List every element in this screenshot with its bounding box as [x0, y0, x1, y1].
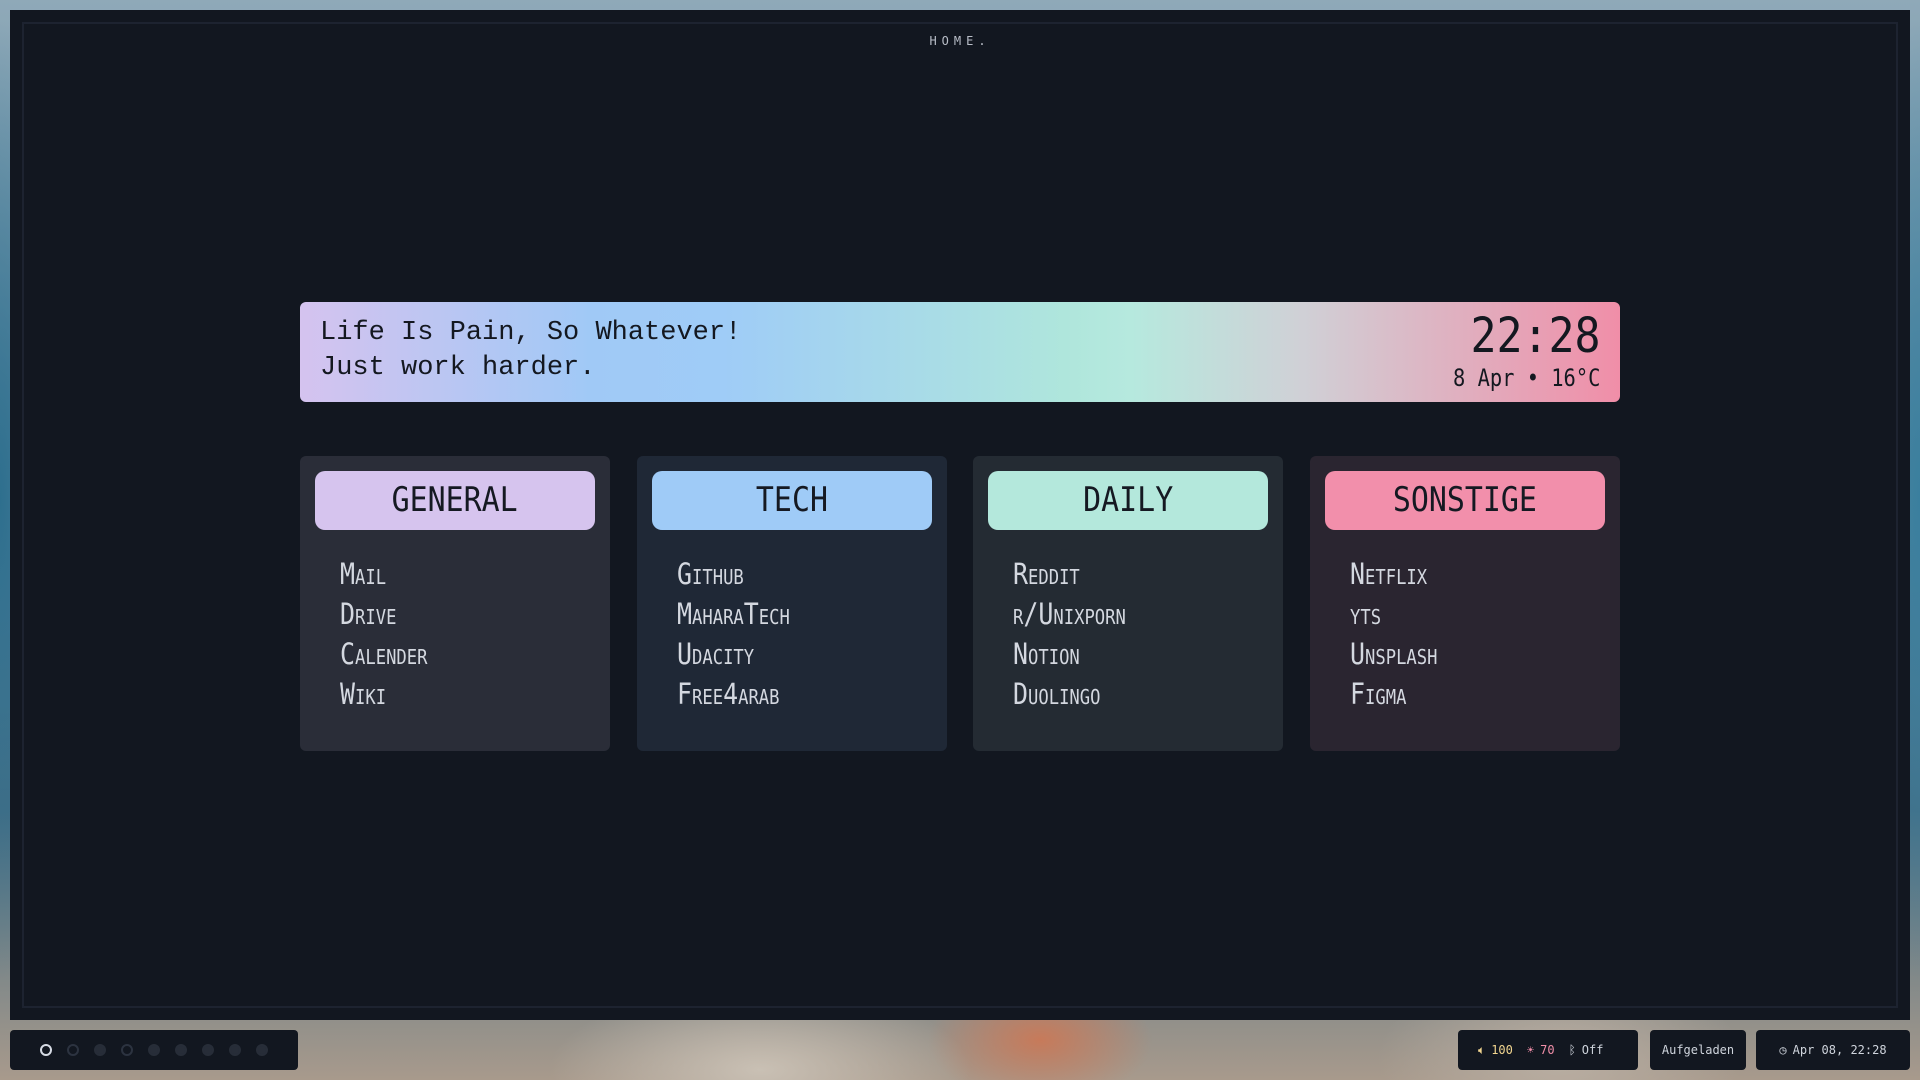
link-wiki[interactable]: Wiki [340, 674, 442, 714]
workspace-4[interactable] [121, 1044, 133, 1056]
quote-line-1: Life Is Pain, So Whatever! [320, 318, 742, 348]
volume-icon: 🔈︎ [1478, 1042, 1486, 1057]
link-figma[interactable]: Figma [1350, 674, 1452, 714]
card-tech-title: TECH [755, 480, 829, 520]
greeting-banner: Life Is Pain, So Whatever! Just work har… [300, 302, 1620, 402]
card-tech-header: TECH [652, 471, 932, 530]
workspace-5[interactable] [148, 1044, 160, 1056]
bluetooth-icon: ᛒ [1568, 1043, 1576, 1057]
bluetooth-indicator[interactable]: ᛒ Off [1569, 1043, 1604, 1057]
card-daily-links: Reddit r/Unixporn Notion Duolingo [1013, 554, 1144, 714]
system-status: 🔈︎ 100 ☀︎ 70 ᛒ Off [1458, 1030, 1638, 1070]
workspace-6[interactable] [175, 1044, 187, 1056]
battery-status[interactable]: Aufgeladen [1650, 1030, 1746, 1070]
link-reddit[interactable]: Reddit [1013, 554, 1144, 594]
brightness-icon: ☀︎ [1526, 1043, 1535, 1057]
card-sonstige-links: Netflix yts Unsplash Figma [1350, 554, 1452, 714]
taskbar-clock-value: Apr 08, 22:28 [1792, 1043, 1887, 1057]
card-general: GENERAL Mail Drive Calender Wiki [300, 456, 610, 751]
battery-value: Aufgeladen [1661, 1043, 1735, 1057]
card-sonstige-header: SONSTIGE [1325, 471, 1605, 530]
volume-value: 100 [1491, 1043, 1513, 1057]
card-daily: DAILY Reddit r/Unixporn Notion Duolingo [973, 456, 1283, 751]
link-udacity[interactable]: Udacity [677, 634, 808, 674]
card-daily-title: DAILY [1082, 480, 1174, 520]
link-duolingo[interactable]: Duolingo [1013, 674, 1144, 714]
link-maharatech[interactable]: MaharaTech [677, 594, 808, 634]
card-tech: TECH Github MaharaTech Udacity Free4arab [637, 456, 947, 751]
card-general-title: GENERAL [391, 480, 519, 520]
banner-clock: 22:28 [1469, 308, 1600, 364]
link-unsplash[interactable]: Unsplash [1350, 634, 1452, 674]
card-general-header: GENERAL [315, 471, 595, 530]
workspace-bar [10, 1030, 298, 1070]
workspace-7[interactable] [202, 1044, 214, 1056]
card-tech-links: Github MaharaTech Udacity Free4arab [677, 554, 808, 714]
link-drive[interactable]: Drive [340, 594, 442, 634]
banner-date-weather: 8 Apr • 16°C [1452, 364, 1600, 392]
quote-line-2: Just work harder. [320, 353, 596, 383]
taskbar-clock[interactable]: ◷ Apr 08, 22:28 [1756, 1030, 1910, 1070]
link-github[interactable]: Github [677, 554, 808, 594]
card-sonstige-title: SONSTIGE [1392, 480, 1538, 520]
workspace-3[interactable] [94, 1044, 106, 1056]
workspace-8[interactable] [229, 1044, 241, 1056]
link-free4arab[interactable]: Free4arab [677, 674, 808, 714]
workspace-1[interactable] [40, 1044, 52, 1056]
window-title: HOME. [929, 34, 991, 48]
workspace-9[interactable] [256, 1044, 268, 1056]
volume-indicator[interactable]: 🔈︎ 100 [1478, 1043, 1513, 1058]
card-sonstige: SONSTIGE Netflix yts Unsplash Figma [1310, 456, 1620, 751]
link-netflix[interactable]: Netflix [1350, 554, 1452, 594]
brightness-indicator[interactable]: ☀︎ 70 [1527, 1043, 1555, 1057]
link-calender[interactable]: Calender [340, 634, 442, 674]
card-daily-header: DAILY [988, 471, 1268, 530]
quote: Life Is Pain, So Whatever! Just work har… [320, 316, 741, 386]
clock-icon: ◷ [1779, 1043, 1787, 1057]
link-mail[interactable]: Mail [340, 554, 442, 594]
link-unixporn[interactable]: r/Unixporn [1013, 594, 1144, 634]
workspace-2[interactable] [67, 1044, 79, 1056]
card-general-links: Mail Drive Calender Wiki [340, 554, 442, 714]
bluetooth-value: Off [1581, 1043, 1604, 1057]
brightness-value: 70 [1540, 1043, 1555, 1057]
browser-window: HOME. Life Is Pain, So Whatever! Just wo… [10, 10, 1910, 1020]
link-notion[interactable]: Notion [1013, 634, 1144, 674]
link-yts[interactable]: yts [1350, 594, 1452, 634]
